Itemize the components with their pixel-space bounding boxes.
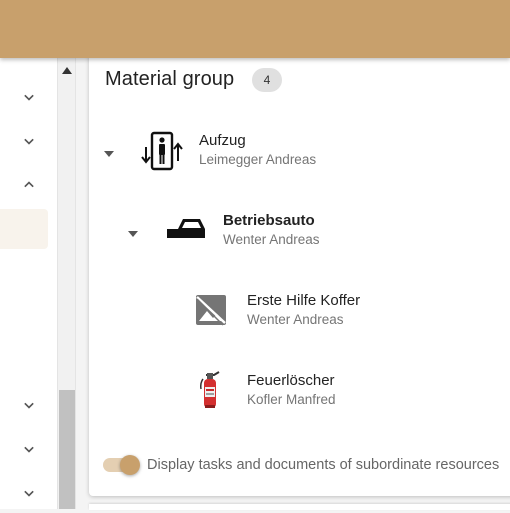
tree-node-title-feuerloescher[interactable]: Feuerlöscher bbox=[247, 372, 335, 389]
sidebar-collapse-button[interactable] bbox=[0, 165, 57, 205]
chevron-down-icon bbox=[23, 138, 34, 145]
chevron-down-icon bbox=[23, 402, 34, 409]
count-badge: 4 bbox=[252, 68, 282, 92]
chevron-down-icon bbox=[23, 94, 34, 101]
toggle-thumb bbox=[120, 455, 140, 475]
subordinate-resources-toggle[interactable] bbox=[103, 454, 140, 476]
sidebar-expand-button-5[interactable] bbox=[0, 473, 57, 513]
tree-node-title-aufzug[interactable]: Aufzug bbox=[199, 132, 246, 149]
caret-down-icon bbox=[104, 151, 114, 157]
sidebar-scrollbar[interactable] bbox=[57, 58, 76, 509]
next-card-edge bbox=[89, 504, 510, 510]
car-icon bbox=[164, 207, 208, 251]
tree-node-subtitle-feuerloescher: Kofler Manfred bbox=[247, 392, 336, 407]
tree-caret-betriebsauto[interactable] bbox=[126, 227, 140, 241]
card-title: Material group bbox=[105, 68, 235, 90]
tree-node-subtitle-erste-hilfe-koffer: Wenter Andreas bbox=[247, 312, 344, 327]
fire-extinguisher-icon bbox=[188, 368, 232, 412]
chevron-down-icon bbox=[23, 446, 34, 453]
tree-node-title-betriebsauto[interactable]: Betriebsauto bbox=[223, 212, 315, 229]
sidebar-expand-button-3[interactable] bbox=[0, 385, 57, 425]
scrollbar-thumb[interactable] bbox=[59, 390, 75, 509]
tree-caret-aufzug[interactable] bbox=[102, 147, 116, 161]
app-header bbox=[0, 0, 510, 58]
caret-down-icon bbox=[128, 231, 138, 237]
tree-node-subtitle-betriebsauto: Wenter Andreas bbox=[223, 232, 320, 247]
elevator-icon bbox=[140, 129, 184, 173]
image-placeholder-icon bbox=[189, 288, 233, 332]
tree-node-subtitle-aufzug: Leimegger Andreas bbox=[199, 152, 317, 167]
sidebar-expand-button-2[interactable] bbox=[0, 121, 57, 161]
material-group-card: Material group 4 Aufzug Leimegger Andrea… bbox=[89, 40, 510, 496]
tree-node-title-erste-hilfe-koffer[interactable]: Erste Hilfe Koffer bbox=[247, 292, 360, 309]
chevron-up-icon bbox=[23, 181, 34, 188]
chevron-down-icon bbox=[23, 490, 34, 497]
sidebar-active-item[interactable] bbox=[0, 209, 48, 249]
scroll-up-arrow[interactable] bbox=[58, 64, 75, 76]
sidebar bbox=[0, 58, 57, 509]
triangle-up-icon bbox=[61, 66, 72, 74]
sidebar-expand-button-1[interactable] bbox=[0, 77, 57, 117]
sidebar-expand-button-4[interactable] bbox=[0, 429, 57, 469]
toggle-label: Display tasks and documents of subordina… bbox=[147, 457, 500, 473]
